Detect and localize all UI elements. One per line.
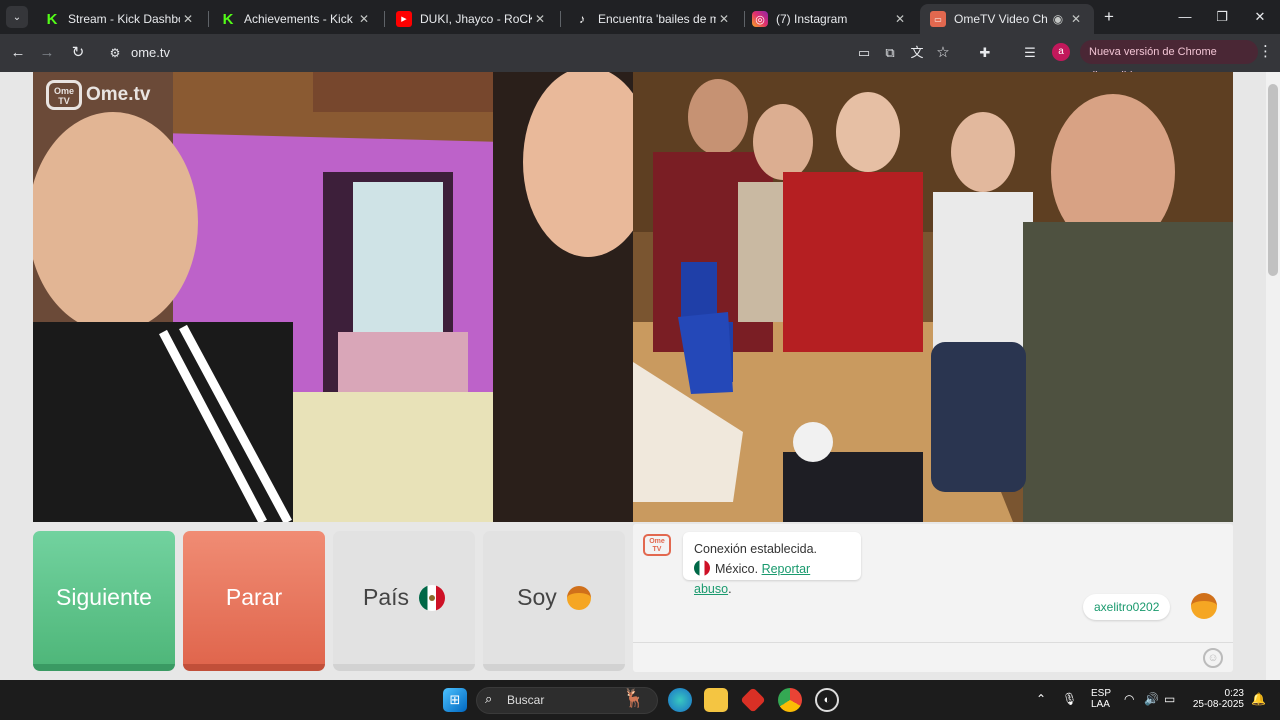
ometv-tv-icon: Ome TV [46,80,82,110]
address-bar[interactable]: ome.tv [131,45,170,60]
close-tab-icon[interactable]: ✕ [356,12,372,26]
translate-icon[interactable]: 文 [906,42,928,64]
cast-icon[interactable]: ⧉ [879,42,901,64]
clock[interactable]: 0:23 25-08-2025 [1192,688,1244,710]
close-window-button[interactable]: ✕ [1249,8,1271,26]
tab-title: Encuentra 'bailes de motin [598,12,716,26]
profile-avatar[interactable]: a [1052,43,1070,61]
battery-icon[interactable]: ▭ [1164,692,1175,706]
reload-icon[interactable]: ↻ [67,42,89,64]
chrome-update-button[interactable]: Nueva versión de Chrome disponible [1080,40,1258,82]
instagram-icon: ◎ [752,11,768,27]
mexico-flag-icon [694,560,710,576]
back-icon[interactable]: ← [7,42,29,64]
partner-avatar-icon [1191,593,1217,619]
stop-button-label: Parar [225,584,283,610]
gender-button-label: Soy [517,584,557,610]
minimize-button[interactable]: — [1174,8,1196,26]
kick-icon: K [46,10,58,28]
close-tab-icon[interactable]: ✕ [1068,12,1084,26]
kick-icon: K [222,10,234,28]
tab-strip: ⌄ K Stream - Kick Dashboard ✕ K Achievem… [0,0,1280,34]
stop-button[interactable]: Parar [183,531,325,671]
tab-title: Achievements - Kick Dashb [244,12,356,26]
obs-icon[interactable]: ◐ [815,688,839,712]
bookmark-star-icon[interactable]: ☆ [932,42,954,64]
gender-button[interactable]: Soy [483,531,625,671]
notification-bell-icon[interactable]: 🔔 [1251,692,1266,706]
extensions-icon[interactable]: ✚ [974,42,996,64]
remote-video [633,72,1233,522]
tab-youtube[interactable]: ▶ DUKI, Jhayco - RoCKSTAR ✕ [386,4,558,34]
language-indicator[interactable]: ESP LAA [1091,688,1111,710]
tab-ometv[interactable]: ▭ OmeTV Video Chat — ◉ ✕ [920,4,1094,34]
screen: ⌄ K Stream - Kick Dashboard ✕ K Achievem… [0,0,1280,720]
tab-title: DUKI, Jhayco - RoCKSTAR [420,12,532,26]
taskbar-search-label: Buscar [507,693,545,707]
remote-video-scene [633,72,1233,522]
next-button[interactable]: Siguiente [33,531,175,671]
show-hidden-icons[interactable]: ⌃ [1036,692,1046,706]
camera-icon[interactable]: ▭ [853,42,875,64]
tab-kick-achievements[interactable]: K Achievements - Kick Dashb ✕ [210,4,382,34]
volume-icon[interactable]: 🔊 [1144,692,1159,706]
ometv-logo[interactable]: Ome TV Ome.tv [46,80,150,110]
connection-status: Conexión establecida. [694,542,817,556]
tab-title: OmeTV Video Chat — [954,12,1048,26]
reading-list-icon[interactable]: ☰ [1019,42,1041,64]
partner-country: México. [715,562,759,576]
country-button-label: País [362,584,410,610]
ometv-chat-icon: Ome TV [643,534,671,556]
tab-instagram[interactable]: ◎ (7) Instagram ✕ [742,4,918,34]
boy-face-icon [566,585,591,610]
tab-title: (7) Instagram [776,12,848,26]
start-icon[interactable]: ⊞ [443,688,467,712]
recording-icon: ◉ [1052,12,1064,26]
system-message: Conexión establecida. México. Reportar a… [683,532,861,596]
chat-divider [633,642,1233,643]
edge-icon[interactable] [668,688,692,712]
tab-title: Stream - Kick Dashboard [68,12,180,26]
maximize-button[interactable]: ❐ [1211,8,1233,26]
emoji-icon[interactable]: ☺ [1203,648,1223,668]
ometv-wordmark: Ome.tv [86,84,151,105]
new-tab-button[interactable]: + [1100,8,1118,26]
file-explorer-icon[interactable] [704,688,728,712]
clock-date: 25-08-2025 [1192,699,1244,710]
tab-kick-stream[interactable]: K Stream - Kick Dashboard ✕ [34,4,206,34]
wifi-icon[interactable]: ◠ [1124,692,1134,706]
tab-separator [384,11,385,27]
tab-separator [208,11,209,27]
microphone-icon[interactable]: 🎙 [1062,692,1077,706]
tab-tiktok[interactable]: ♪ Encuentra 'bailes de motin ✕ [564,4,742,34]
language-line-2: LAA [1091,699,1110,710]
ometv-icon: ▭ [930,11,946,27]
deer-icon: 🦌 [622,687,646,708]
local-video-scene [33,72,633,522]
more-menu-icon[interactable]: ⋮ [1258,42,1273,60]
report-suffix: . [728,582,732,596]
tab-separator [560,11,561,27]
tiktok-icon: ♪ [579,12,585,26]
language-line-1: ESP [1091,688,1112,699]
close-tab-icon[interactable]: ✕ [180,12,196,26]
next-button-label: Siguiente [56,584,152,610]
country-button[interactable]: País [333,531,475,671]
chrome-icon[interactable] [778,688,802,712]
partner-username[interactable]: axelitro0202 [1083,594,1171,620]
forward-icon[interactable]: → [36,42,58,64]
close-tab-icon[interactable]: ✕ [716,12,732,26]
search-icon: ⌕ [485,691,493,706]
page-scrollbar-thumb[interactable] [1268,84,1278,276]
close-tab-icon[interactable]: ✕ [892,12,908,26]
local-video [33,72,633,522]
tab-search-button[interactable]: ⌄ [6,6,28,28]
mexico-flag-icon [419,584,446,611]
clock-time: 0:23 [1224,688,1244,699]
site-settings-icon[interactable]: ⚙ [104,42,126,64]
youtube-icon: ▶ [396,11,412,27]
close-tab-icon[interactable]: ✕ [532,12,548,26]
